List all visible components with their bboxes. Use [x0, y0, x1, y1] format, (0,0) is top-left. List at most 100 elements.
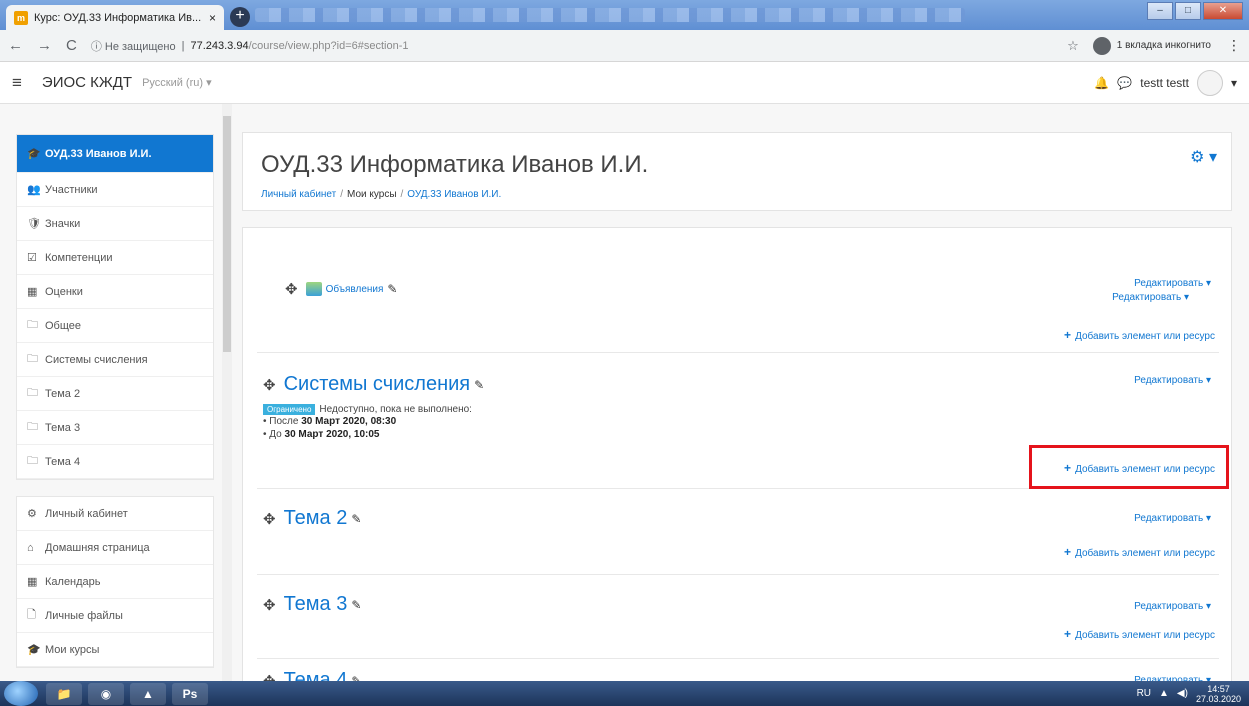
back-icon[interactable]: ←	[8, 37, 23, 54]
browser-tab[interactable]: m Курс: ОУД.33 Информатика Ив... ×	[6, 5, 224, 30]
add-activity-button[interactable]: + Добавить элемент или ресурс	[1064, 328, 1215, 342]
security-indicator[interactable]: ⓘ Не защищено	[91, 38, 176, 54]
announcements-link[interactable]: Объявления	[326, 284, 384, 295]
section-edit-menu[interactable]: Редактировать ▾	[1134, 375, 1211, 386]
user-area: 🔔 💬 testt testt ▾	[1094, 69, 1237, 96]
gear-icon[interactable]: ⚙ ▾	[1190, 147, 1217, 167]
section-title[interactable]: Системы счисления	[284, 373, 471, 396]
breadcrumb-separator: /	[400, 189, 404, 200]
section-edit-menu[interactable]: Редактировать ▾	[1134, 513, 1211, 524]
section-edit-menu[interactable]: Редактировать ▾	[1134, 601, 1211, 612]
site-nav-group: ⚙ Личный кабинет ⌂ Домашняя страница ▦ Календ…	[16, 496, 214, 668]
sidebar-item[interactable]: ☑ Компетенции	[17, 241, 213, 275]
sidebar-item[interactable]: 🎓 Мои курсы	[17, 633, 213, 667]
move-icon[interactable]: ✥	[263, 510, 276, 528]
sidebar-item[interactable]: 🗋 Личные файлы	[17, 599, 213, 633]
sidebar-item[interactable]: 🗀 Системы счисления	[17, 343, 213, 377]
close-tab-icon[interactable]: ×	[209, 11, 216, 25]
bookmark-star-icon[interactable]: ☆	[1067, 38, 1079, 54]
avatar[interactable]	[1196, 69, 1223, 96]
sidebar-item[interactable]: ⌂ Домашняя страница	[17, 531, 213, 565]
sidebar-item[interactable]: ▦ Оценки	[17, 275, 213, 309]
scrollbar-thumb[interactable]	[223, 116, 231, 352]
browser-menu-icon[interactable]: ⋮	[1227, 37, 1241, 54]
taskbar-app-button[interactable]: 📁	[46, 682, 82, 705]
highlight-box	[1029, 445, 1229, 489]
sidebar-item[interactable]: 👥 Участники	[17, 173, 213, 207]
url-field[interactable]: ⓘ Не защищено | 77.243.3.94 /course/view…	[91, 38, 1067, 54]
clock-date: 27.03.2020	[1195, 693, 1241, 704]
os-taskbar: 📁 ◉ ▲ Ps RU ▲ ◀) 14:57 27.03.2020	[0, 681, 1249, 706]
reload-icon[interactable]: C	[66, 37, 77, 54]
sidebar-item-label: ОУД.33 Иванов И.И.	[45, 147, 152, 160]
forum-icon	[305, 282, 322, 296]
language-indicator[interactable]: RU	[1137, 688, 1151, 699]
incognito-indicator[interactable]: 1 вкладка инкогнито ⋮	[1092, 36, 1241, 55]
chat-icon[interactable]: 💬	[1117, 76, 1132, 90]
add-activity-button[interactable]: + Добавить элемент или ресурс	[1064, 627, 1215, 641]
new-tab-button[interactable]: +	[230, 7, 250, 27]
breadcrumb-course[interactable]: ОУД.33 Иванов И.И.	[407, 189, 501, 200]
add-activity-button[interactable]: + Добавить элемент или ресурс	[1064, 545, 1215, 559]
sidebar-item-label: Участники	[45, 183, 98, 196]
site-brand[interactable]: ЭИОС КЖДТ	[42, 74, 132, 91]
sidebar-item-icon: 👥	[27, 184, 41, 196]
move-icon[interactable]: ✥	[263, 672, 276, 682]
sidebar-item[interactable]: 🗀 Тема 3	[17, 411, 213, 445]
language-selector[interactable]: Русский (ru) ▾	[142, 76, 212, 89]
close-window-button[interactable]: ✕	[1203, 2, 1243, 20]
sidebar-item[interactable]: ▦ Календарь	[17, 565, 213, 599]
maximize-button[interactable]: □	[1175, 2, 1201, 20]
clock[interactable]: 14:57 27.03.2020	[1196, 684, 1241, 704]
taskbar-app-button[interactable]: Ps	[172, 682, 208, 705]
sidebar-item-label: Системы счисления	[45, 353, 148, 366]
minimize-button[interactable]: –	[1147, 2, 1173, 20]
taskbar-app-button[interactable]: ▲	[130, 682, 166, 705]
breadcrumb-my-courses[interactable]: Мои курсы	[347, 189, 397, 200]
pencil-icon[interactable]: ✎	[387, 282, 397, 296]
move-icon[interactable]: ✥	[285, 280, 298, 298]
sidebar-item-label: Значки	[45, 217, 81, 230]
start-button[interactable]	[4, 681, 38, 706]
user-name[interactable]: testt testt	[1140, 76, 1189, 90]
site-navbar: ≡ ЭИОС КЖДТ Русский (ru) ▾ 🔔 💬 testt tes…	[0, 62, 1249, 104]
sidebar-item[interactable]: 🛡 Значки	[17, 207, 213, 241]
forward-icon[interactable]: →	[37, 37, 52, 54]
section-number-systems: ✥ Системы счисления ✎ Ограничено Недоступ…	[257, 353, 1229, 489]
condition-before: • До 30 Март 2020, 10:05	[263, 429, 380, 440]
incognito-label: 1 вкладка инкогнито	[1116, 40, 1211, 51]
sidebar-item-icon: ⌂	[27, 541, 34, 554]
add-activity-label: Добавить элемент или ресурс	[1075, 630, 1215, 641]
network-icon[interactable]: ▲	[1159, 688, 1169, 699]
move-icon[interactable]: ✥	[263, 596, 276, 614]
sidebar-scrollbar[interactable]	[222, 104, 232, 681]
taskbar-app-button[interactable]: ◉	[88, 682, 124, 705]
page-title: ОУД.33 Информатика Иванов И.И.	[261, 151, 649, 178]
breadcrumb-dashboard[interactable]: Личный кабинет	[261, 189, 336, 200]
section-title[interactable]: Тема 2	[284, 507, 348, 530]
section-title[interactable]: Тема 3	[284, 593, 348, 616]
plus-icon: +	[1064, 545, 1072, 559]
section-edit-menu[interactable]: Редактировать ▾	[1134, 278, 1211, 289]
sidebar-item[interactable]: 🗀 Общее	[17, 309, 213, 343]
sidebar-item[interactable]: ⚙ Личный кабинет	[17, 497, 213, 531]
bell-icon[interactable]: 🔔	[1094, 76, 1109, 90]
volume-icon[interactable]: ◀)	[1177, 688, 1188, 699]
sidebar-item-label: Домашняя страница	[45, 541, 150, 554]
pencil-icon[interactable]: ✎	[351, 512, 361, 526]
section-title[interactable]: Тема 4	[284, 669, 348, 681]
activity-edit-menu[interactable]: Редактировать ▾	[1112, 292, 1189, 303]
browser-tab-bar: m Курс: ОУД.33 Информатика Ив... × + – □…	[0, 0, 1249, 30]
incognito-icon	[1092, 36, 1111, 55]
pencil-icon[interactable]: ✎	[351, 674, 361, 682]
sidebar-item[interactable]: 🎓 ОУД.33 Иванов И.И.	[17, 135, 213, 173]
hamburger-menu-icon[interactable]: ≡	[12, 73, 22, 93]
move-icon[interactable]: ✥	[263, 376, 276, 394]
sidebar-item-label: Оценки	[45, 285, 83, 298]
sidebar-item[interactable]: 🗀 Тема 4	[17, 445, 213, 479]
pencil-icon[interactable]: ✎	[474, 378, 484, 392]
user-menu-caret-icon[interactable]: ▾	[1231, 76, 1237, 90]
sidebar-item-label: Тема 4	[45, 455, 81, 468]
pencil-icon[interactable]: ✎	[351, 598, 361, 612]
sidebar-item[interactable]: 🗀 Тема 2	[17, 377, 213, 411]
